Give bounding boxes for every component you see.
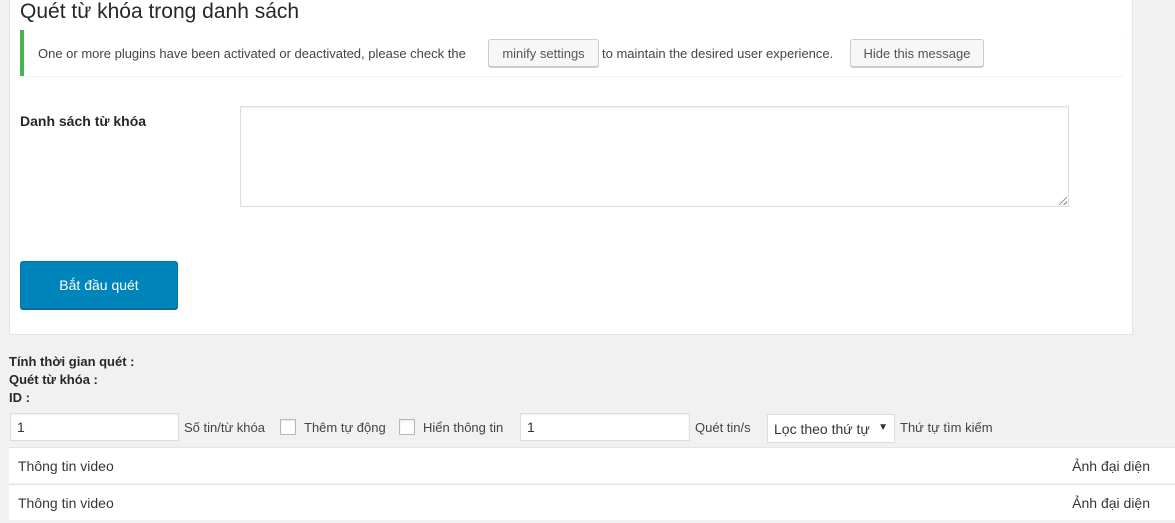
keyword-list-label: Danh sách từ khóa	[20, 113, 147, 129]
keyword-list-textarea[interactable]	[240, 106, 1069, 207]
video-info-cell: Thông tin video	[18, 495, 114, 511]
start-scan-button[interactable]: Bắt đầu quét	[20, 261, 178, 309]
plugin-notice: One or more plugins have been activated …	[20, 30, 1123, 76]
auto-add-checkbox[interactable]	[280, 419, 296, 435]
thumbnail-cell: Ảnh đại diện	[1072, 458, 1150, 474]
show-info-label: Hiển thông tin	[423, 420, 504, 435]
rate-label: Quét tin/s	[695, 420, 751, 435]
notice-text-before: One or more plugins have been activated …	[38, 46, 466, 61]
video-info-cell: Thông tin video	[18, 458, 114, 474]
dropdown-arrow-icon: ▼	[878, 422, 888, 433]
thumbnail-cell: Ảnh đại diện	[1072, 495, 1150, 511]
search-order-label: Thứ tự tìm kiếm	[900, 420, 993, 435]
id-label: ID :	[9, 390, 30, 405]
show-info-checkbox[interactable]	[399, 419, 415, 435]
table-row: Thông tin video Ảnh đại diện	[9, 447, 1175, 483]
per-keyword-label: Số tin/từ khóa	[184, 420, 265, 435]
page-title: Quét từ khóa trong danh sách	[20, 0, 300, 23]
scanned-keyword-label: Quét từ khóa :	[9, 372, 98, 387]
resize-handle-icon[interactable]	[1059, 197, 1067, 205]
sort-order-select[interactable]: Lọc theo thứ tự ▼	[767, 414, 895, 443]
auto-add-label: Thêm tự động	[304, 420, 386, 435]
rate-input[interactable]: 1	[520, 413, 690, 441]
notice-text-after: to maintain the desired user experience.	[602, 46, 834, 61]
scan-time-label: Tính thời gian quét :	[9, 354, 135, 369]
sort-order-selected: Lọc theo thứ tự	[774, 420, 870, 437]
per-keyword-input[interactable]: 1	[10, 413, 179, 441]
table-row: Thông tin video Ảnh đại diện	[9, 484, 1175, 520]
hide-message-button[interactable]: Hide this message	[850, 39, 984, 67]
minify-settings-button[interactable]: minify settings	[488, 39, 599, 67]
